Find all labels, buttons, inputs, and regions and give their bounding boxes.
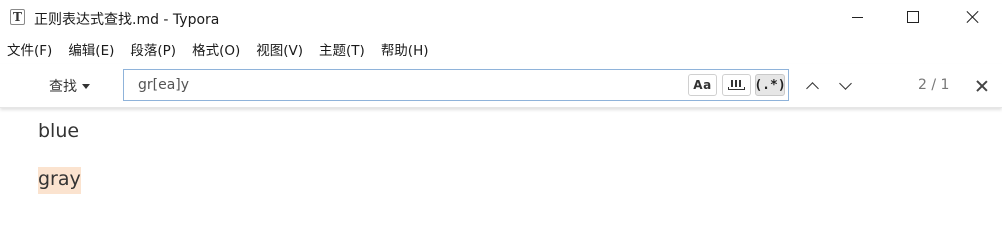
whole-word-icon: [728, 80, 745, 90]
close-window-button[interactable]: [944, 0, 1002, 34]
paragraph[interactable]: gray: [38, 167, 81, 194]
menu-paragraph[interactable]: 段落(P): [130, 39, 176, 59]
menu-themes[interactable]: 主题(T): [319, 39, 365, 59]
maximize-icon: [907, 11, 919, 23]
previous-match-button[interactable]: [802, 76, 822, 96]
document-editor[interactable]: blue gray: [0, 108, 1002, 248]
search-match-highlight: gray: [38, 167, 81, 194]
menu-bar: 文件(F) 编辑(E) 段落(P) 格式(O) 视图(V) 主题(T) 帮助(H…: [0, 36, 1002, 62]
menu-file[interactable]: 文件(F): [7, 39, 52, 59]
match-count: 2 / 1: [918, 77, 950, 93]
search-input[interactable]: [124, 70, 693, 100]
find-mode-label: 查找: [49, 79, 77, 95]
match-case-icon: Aa: [693, 78, 712, 92]
typora-window: T 正则表达式查找.md - Typora 文件(F) 编辑(E) 段落(P) …: [0, 0, 1002, 248]
close-icon: [966, 10, 980, 24]
regex-icon: (.*): [754, 77, 786, 93]
find-bar: 查找 Aa (.*): [0, 64, 1002, 108]
find-mode-dropdown[interactable]: 查找: [49, 76, 90, 96]
menu-help[interactable]: 帮助(H): [381, 39, 429, 59]
window-title: 正则表达式查找.md - Typora: [34, 12, 220, 28]
whole-word-button[interactable]: [722, 74, 751, 96]
minimize-icon: [851, 16, 863, 18]
paragraph[interactable]: blue: [38, 120, 79, 142]
chevron-up-icon: [805, 82, 819, 95]
menu-format[interactable]: 格式(O): [192, 39, 240, 59]
minimize-button[interactable]: [828, 0, 886, 34]
menu-edit[interactable]: 编辑(E): [68, 39, 114, 59]
caret-down-icon: [82, 83, 90, 89]
search-box: Aa (.*): [123, 69, 789, 101]
title-bar: T 正则表达式查找.md - Typora: [0, 0, 1002, 36]
next-match-button[interactable]: [835, 76, 855, 96]
regex-toggle-button[interactable]: (.*): [754, 74, 786, 96]
menu-view[interactable]: 视图(V): [256, 39, 303, 59]
typora-logo-icon: T: [10, 9, 25, 25]
chevron-down-icon: [838, 77, 852, 90]
close-find-bar-button[interactable]: [972, 76, 992, 96]
match-case-button[interactable]: Aa: [688, 74, 717, 96]
maximize-button[interactable]: [884, 0, 942, 34]
